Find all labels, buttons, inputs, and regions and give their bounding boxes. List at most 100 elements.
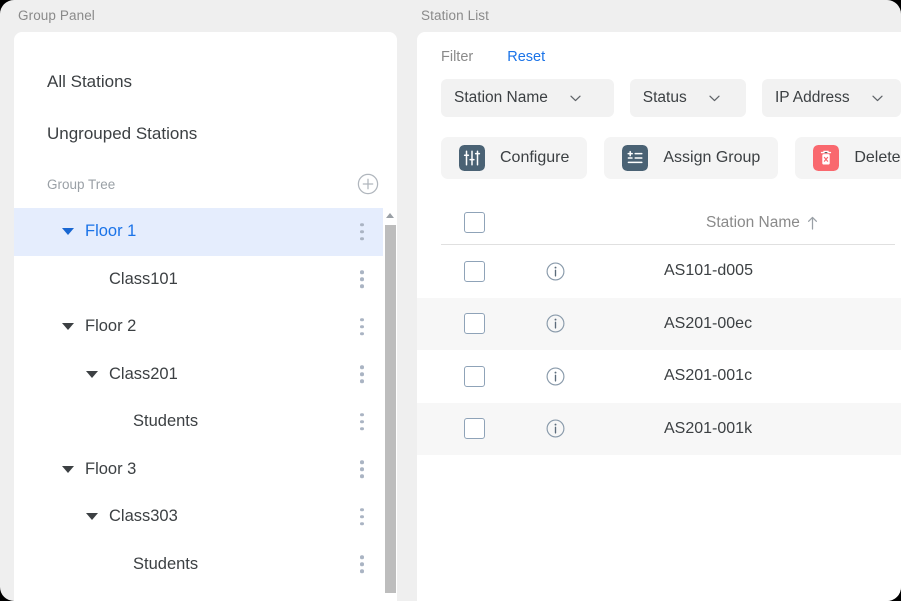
scroll-up-arrow-icon[interactable] [386, 213, 394, 218]
caret-down-icon[interactable] [86, 513, 98, 520]
select-value: Station Name [454, 89, 548, 107]
sidebar-item-ungrouped-stations[interactable]: Ungrouped Stations [14, 108, 397, 160]
table-row[interactable]: AS101-d005 [417, 245, 901, 298]
row-info-button[interactable] [507, 367, 604, 386]
caret-down-icon[interactable] [62, 228, 74, 235]
cell-station-name: AS201-001k [604, 420, 895, 438]
table-row[interactable]: AS201-001c [417, 350, 901, 403]
trash-icon [813, 145, 839, 171]
group-tree-label: Group Tree [47, 177, 115, 192]
group-tree-header: Group Tree [14, 160, 397, 208]
tree-node-label: Class303 [109, 507, 397, 526]
row-info-button[interactable] [507, 262, 604, 281]
row-checkbox[interactable] [441, 418, 507, 439]
checkbox-box [464, 418, 485, 439]
group-panel-card: All Stations Ungrouped Stations Group Tr… [14, 32, 397, 601]
sliders-icon [459, 145, 485, 171]
cell-station-name: AS201-00ec [604, 315, 895, 333]
ungrouped-stations-label: Ungrouped Stations [47, 124, 197, 144]
station-table: Station Name AS101-d005 AS201-00ec AS201-0… [417, 201, 901, 455]
tree-node-label: Floor 1 [85, 222, 397, 241]
info-icon[interactable] [546, 419, 565, 438]
all-stations-label: All Stations [47, 72, 132, 92]
station-list-card: Filter Reset Station Name Status IP Addres… [417, 32, 901, 601]
filter-label: Filter [441, 49, 473, 65]
chevron-down-icon [709, 95, 720, 102]
kebab-menu-icon[interactable] [360, 271, 364, 289]
action-label: Assign Group [663, 149, 760, 167]
checkbox-box [464, 313, 485, 334]
kebab-menu-icon[interactable] [360, 318, 364, 336]
add-list-icon [622, 145, 648, 171]
tree-node-students[interactable]: Students [14, 541, 397, 589]
group-tree-list: Floor 1 Class101 Floor 2 Class201 Students Fl… [14, 208, 397, 588]
cell-station-name: AS101-d005 [604, 262, 895, 280]
row-info-button[interactable] [507, 314, 604, 333]
table-row[interactable]: AS201-001k [417, 403, 901, 456]
tree-node-floor-3[interactable]: Floor 3 [14, 446, 397, 494]
kebab-menu-icon[interactable] [360, 556, 364, 574]
app-root: Group Panel All Stations Ungrouped Stati… [0, 0, 901, 601]
table-body: AS101-d005 AS201-00ec AS201-001c AS201-001k [417, 245, 901, 455]
filter-station-name[interactable]: Station Name [441, 79, 614, 117]
tree-node-class101[interactable]: Class101 [14, 256, 397, 304]
info-icon[interactable] [546, 367, 565, 386]
group-panel-top-items: All Stations Ungrouped Stations [14, 32, 397, 160]
kebab-menu-icon[interactable] [360, 508, 364, 526]
row-checkbox[interactable] [441, 366, 507, 387]
row-checkbox[interactable] [441, 313, 507, 334]
checkbox-box [464, 212, 485, 233]
tree-node-label: Floor 3 [85, 460, 397, 479]
info-icon[interactable] [546, 262, 565, 281]
tree-node-label: Students [133, 412, 397, 431]
column-header-station-name[interactable]: Station Name [604, 214, 895, 232]
select-all-checkbox[interactable] [441, 212, 507, 233]
tree-node-label: Students [133, 555, 397, 574]
group-tree-scroll-area: Floor 1 Class101 Floor 2 Class201 Students Fl… [14, 208, 397, 601]
sort-ascending-arrow-icon [807, 216, 818, 230]
action-toolbar: Configure Assign Group Delete [417, 117, 901, 179]
reset-filter-link[interactable]: Reset [507, 49, 545, 65]
tree-node-floor-1[interactable]: Floor 1 [14, 208, 397, 256]
row-info-button[interactable] [507, 419, 604, 438]
delete-button[interactable]: Delete [795, 137, 901, 179]
caret-down-icon[interactable] [62, 323, 74, 330]
tree-node-label: Class201 [109, 365, 397, 384]
table-row[interactable]: AS201-00ec [417, 298, 901, 351]
chevron-down-icon [872, 95, 883, 102]
filter-selects: Station Name Status IP Address [417, 65, 901, 117]
tree-node-class201[interactable]: Class201 [14, 351, 397, 399]
tree-node-label: Class101 [109, 270, 397, 289]
select-value: Status [643, 89, 687, 107]
kebab-menu-icon[interactable] [360, 413, 364, 431]
info-icon[interactable] [546, 314, 565, 333]
scrollbar-thumb[interactable] [385, 225, 396, 593]
kebab-menu-icon[interactable] [360, 366, 364, 384]
tree-node-floor-2[interactable]: Floor 2 [14, 303, 397, 351]
filter-status[interactable]: Status [630, 79, 746, 117]
checkbox-box [464, 261, 485, 282]
caret-down-icon[interactable] [86, 371, 98, 378]
caret-down-icon[interactable] [62, 466, 74, 473]
station-name-header-label: Station Name [706, 214, 800, 232]
sidebar-item-all-stations[interactable]: All Stations [14, 56, 397, 108]
filter-bar: Filter Reset [417, 32, 901, 65]
action-label: Configure [500, 149, 569, 167]
assign-group-button[interactable]: Assign Group [604, 137, 778, 179]
tree-node-class303[interactable]: Class303 [14, 493, 397, 541]
table-header-row: Station Name [441, 201, 895, 245]
checkbox-box [464, 366, 485, 387]
group-tree-scrollbar[interactable] [383, 208, 397, 601]
kebab-menu-icon[interactable] [360, 223, 364, 241]
group-panel-title: Group Panel [18, 8, 95, 23]
tree-node-students[interactable]: Students [14, 398, 397, 446]
configure-button[interactable]: Configure [441, 137, 587, 179]
kebab-menu-icon[interactable] [360, 461, 364, 479]
cell-station-name: AS201-001c [604, 367, 895, 385]
plus-circle-icon[interactable] [357, 173, 379, 195]
select-value: IP Address [775, 89, 850, 107]
row-checkbox[interactable] [441, 261, 507, 282]
filter-ip-address[interactable]: IP Address [762, 79, 901, 117]
chevron-down-icon [570, 95, 581, 102]
station-panel-title: Station List [421, 8, 489, 23]
